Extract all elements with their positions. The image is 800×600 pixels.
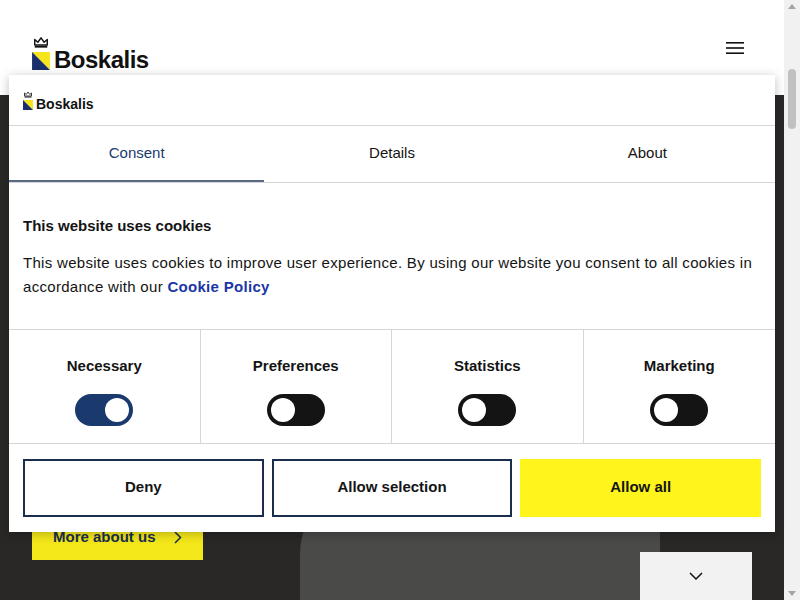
category: Marketing	[584, 330, 776, 443]
toggle-knob	[105, 398, 129, 422]
boskalis-logo-icon	[32, 36, 50, 70]
logo-text: Boskalis	[36, 94, 94, 115]
button-label: Allow all	[610, 476, 671, 499]
chevron-down-icon	[689, 572, 703, 581]
logo-text: Boskalis	[54, 48, 149, 72]
chevron-right-icon	[174, 531, 182, 544]
button-label: Deny	[125, 476, 162, 499]
site-logo[interactable]: Boskalis	[32, 26, 149, 70]
category-label: Marketing	[644, 355, 715, 378]
button-label: Allow selection	[337, 476, 446, 499]
category-row: Necessary Preferences Statistics Marketing	[9, 330, 775, 444]
boskalis-logo-icon	[23, 91, 33, 110]
category: Necessary	[9, 330, 201, 443]
consent-button[interactable]: Deny	[23, 459, 264, 517]
scroll-up-icon	[788, 4, 796, 9]
tab[interactable]: Details	[264, 126, 519, 182]
tab-bar: Consent Details About	[9, 126, 775, 183]
toggle-knob	[654, 398, 678, 422]
tab-label: Details	[369, 142, 415, 165]
toggle[interactable]	[458, 394, 516, 426]
button-row: Deny Allow selection Allow all	[9, 444, 775, 532]
dialog-logo: Boskalis	[9, 75, 775, 126]
consent-text: This website uses cookies This website us…	[9, 183, 775, 330]
toggle[interactable]	[650, 394, 708, 426]
toggle[interactable]	[75, 394, 133, 426]
tab-label: Consent	[109, 142, 165, 165]
category-label: Preferences	[253, 355, 339, 378]
tab[interactable]: About	[520, 126, 775, 182]
consent-button[interactable]: Allow all	[520, 459, 761, 517]
scroll-down-icon	[788, 591, 796, 596]
consent-button[interactable]: Allow selection	[272, 459, 513, 517]
cookie-dialog: Boskalis Consent Details About This website …	[9, 75, 775, 532]
toggle-knob	[271, 398, 295, 422]
menu-icon[interactable]	[726, 41, 744, 55]
category-label: Statistics	[454, 355, 521, 378]
tab-label: About	[628, 142, 667, 165]
heading: This website uses cookies	[23, 215, 761, 238]
scrollbar[interactable]	[784, 0, 800, 600]
toggle[interactable]	[267, 394, 325, 426]
category: Statistics	[392, 330, 584, 443]
description-text: This website uses cookies to improve use…	[23, 254, 752, 295]
scroll-down-button[interactable]	[640, 552, 752, 600]
category-label: Necessary	[67, 355, 142, 378]
cookie-policy-link[interactable]: Cookie Policy	[167, 278, 269, 295]
toggle-knob	[462, 398, 486, 422]
description: This website uses cookies to improve use…	[23, 251, 761, 299]
tab[interactable]: Consent	[9, 126, 264, 182]
scrollbar-thumb[interactable]	[788, 69, 796, 129]
category: Preferences	[201, 330, 393, 443]
